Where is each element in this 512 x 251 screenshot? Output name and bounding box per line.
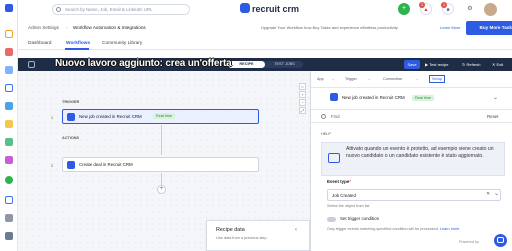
back-icon[interactable] [28, 61, 35, 68]
learn-more-link[interactable]: Learn More [440, 22, 460, 34]
clear-icon[interactable]: ✕ [486, 191, 490, 197]
step-connection[interactable]: Connection [383, 77, 402, 81]
chat-icon [497, 237, 504, 243]
calendar-icon[interactable] [5, 196, 13, 204]
candidates-icon[interactable] [5, 48, 13, 56]
connector-line [161, 173, 162, 185]
tab-community-library: Community Library [102, 41, 143, 46]
breadcrumb-root[interactable]: Admin Settings [28, 22, 59, 34]
exit-button[interactable]: ✕ Exit [492, 60, 503, 69]
messages-button[interactable]: 3 ■ [441, 2, 454, 15]
mode-test-jobs-button[interactable]: TEST JOBS [266, 61, 303, 68]
trigger-condition-toggle[interactable] [327, 217, 336, 222]
app-logo: recruit crm [240, 3, 299, 15]
setup-panel: App → Trigger → Connection → Setup New j… [310, 71, 512, 251]
phone-icon[interactable] [5, 176, 13, 184]
fullscreen-icon[interactable]: ⤢ [299, 107, 306, 114]
event-type-label: Event type* [327, 179, 351, 184]
add-step-button[interactable]: + [157, 185, 166, 194]
collapse-chevron-icon[interactable]: ‹ [295, 227, 297, 233]
companies-icon[interactable] [5, 66, 13, 74]
event-type-select[interactable]: Job Created ✕ ⌄ [327, 189, 501, 201]
learn-more-link[interactable]: Learn more [440, 227, 459, 231]
trigger-condition-hint: Only trigger events matching specified c… [327, 227, 460, 231]
step-app[interactable]: App [317, 77, 324, 81]
reset-link[interactable]: Reset [487, 114, 498, 119]
connector-line [161, 125, 162, 155]
reports-icon[interactable] [5, 156, 13, 164]
recruitcrm-app-icon [330, 93, 338, 101]
app-switcher-icon[interactable] [5, 4, 13, 12]
breadcrumb-current: Workflow Automation & Integrations [73, 25, 146, 30]
chevron-down-icon[interactable]: ⌄ [494, 190, 499, 197]
action-node[interactable]: Create deal in Recruit CRM [62, 157, 259, 172]
tab-workflows[interactable]: Workflows [66, 41, 90, 46]
action-step-number: 2 [51, 164, 54, 168]
recipe-data-card[interactable]: Recipe data Use data from a previous ste… [206, 220, 310, 251]
tab-active-indicator [65, 48, 89, 50]
deals-icon[interactable] [5, 138, 13, 146]
user-avatar[interactable] [484, 3, 497, 16]
help-icon[interactable] [5, 232, 13, 240]
real-time-badge: Real time [153, 113, 176, 119]
fit-view-icon[interactable]: ⌂ [299, 83, 306, 90]
global-search-input[interactable]: Search by Name, Job, Email & LinkedIn UR… [52, 4, 190, 15]
zoom-in-icon[interactable]: + [299, 91, 306, 98]
real-time-badge: Real time [412, 95, 435, 101]
step-setup[interactable]: Setup [429, 75, 445, 83]
tabs-bar: Dashboard Workflows Community Library [18, 37, 512, 50]
mode-recipe-button[interactable]: RECIPE [228, 61, 265, 68]
contacts-icon[interactable] [5, 84, 13, 92]
chat-support-button[interactable] [494, 234, 507, 247]
recruitcrm-app-icon [67, 113, 75, 121]
trigger-step-number: 1 [51, 116, 54, 120]
breadcrumb-row: Admin Settings › Workflow Automation & I… [18, 21, 512, 35]
step-trigger[interactable]: Trigger [345, 77, 357, 81]
help-label: HELP [321, 132, 331, 136]
canvas-controls: ⌂ + − ⤢ [299, 83, 306, 115]
trigger-condition-label: Set trigger condition [340, 216, 380, 221]
settings-icon[interactable] [5, 214, 13, 222]
powered-by: Powered by [459, 240, 480, 244]
test-recipe-button[interactable]: ▶ Test recipe [425, 60, 448, 69]
zoom-out-icon[interactable]: − [299, 99, 306, 106]
bell-icon: ▲ [423, 7, 429, 13]
jobs-icon[interactable] [5, 102, 13, 110]
top-bar: Search by Name, Job, Email & LinkedIn UR… [18, 0, 512, 18]
help-box: Attivato quando un evento è protetto, ad… [321, 142, 505, 176]
trigger-node[interactable]: New job created in Recruit CRM Real time [62, 109, 259, 124]
divider [311, 87, 512, 88]
workflow-canvas[interactable]: TRIGGER 1 New job created in Recruit CRM… [18, 71, 310, 251]
video-title-banner: Nuovo lavoro aggiunto: crea un'offerta [55, 58, 232, 69]
recruitcrm-app-icon [67, 161, 75, 169]
refresh-button[interactable]: ↻ Refresh [462, 60, 480, 69]
notifications-button[interactable]: 3 ▲ [419, 2, 432, 15]
quick-add-button[interactable]: + [398, 3, 410, 15]
field-search[interactable]: Find Reset [311, 109, 512, 123]
search-icon [321, 114, 326, 119]
actions-section-label: ACTIONS [62, 136, 80, 140]
tab-dashboard[interactable]: Dashboard [28, 41, 51, 46]
search-icon [56, 7, 61, 12]
chevron-down-icon[interactable]: ⌄ [493, 94, 498, 101]
settings-gear-icon[interactable]: ⚙ [464, 3, 476, 15]
buy-more-tasks-button[interactable]: Buy More Tasks [466, 21, 512, 35]
upgrade-text: Upgrade Your Workflow how Buy Tasks and … [261, 25, 399, 30]
home-icon[interactable] [5, 30, 13, 38]
trigger-section-label: TRIGGER [62, 100, 80, 104]
save-button[interactable]: Save [404, 60, 420, 69]
step-breadcrumb: App → Trigger → Connection → Setup [317, 75, 507, 85]
panel-trigger-title: New job created in Recruit CRM [342, 95, 405, 100]
tasks-icon[interactable] [5, 120, 13, 128]
event-type-hint: Select the object from list [327, 204, 370, 208]
logo-mark-icon [240, 3, 250, 13]
info-card-icon [328, 153, 340, 163]
left-rail [0, 0, 18, 251]
message-icon: ■ [446, 7, 450, 13]
